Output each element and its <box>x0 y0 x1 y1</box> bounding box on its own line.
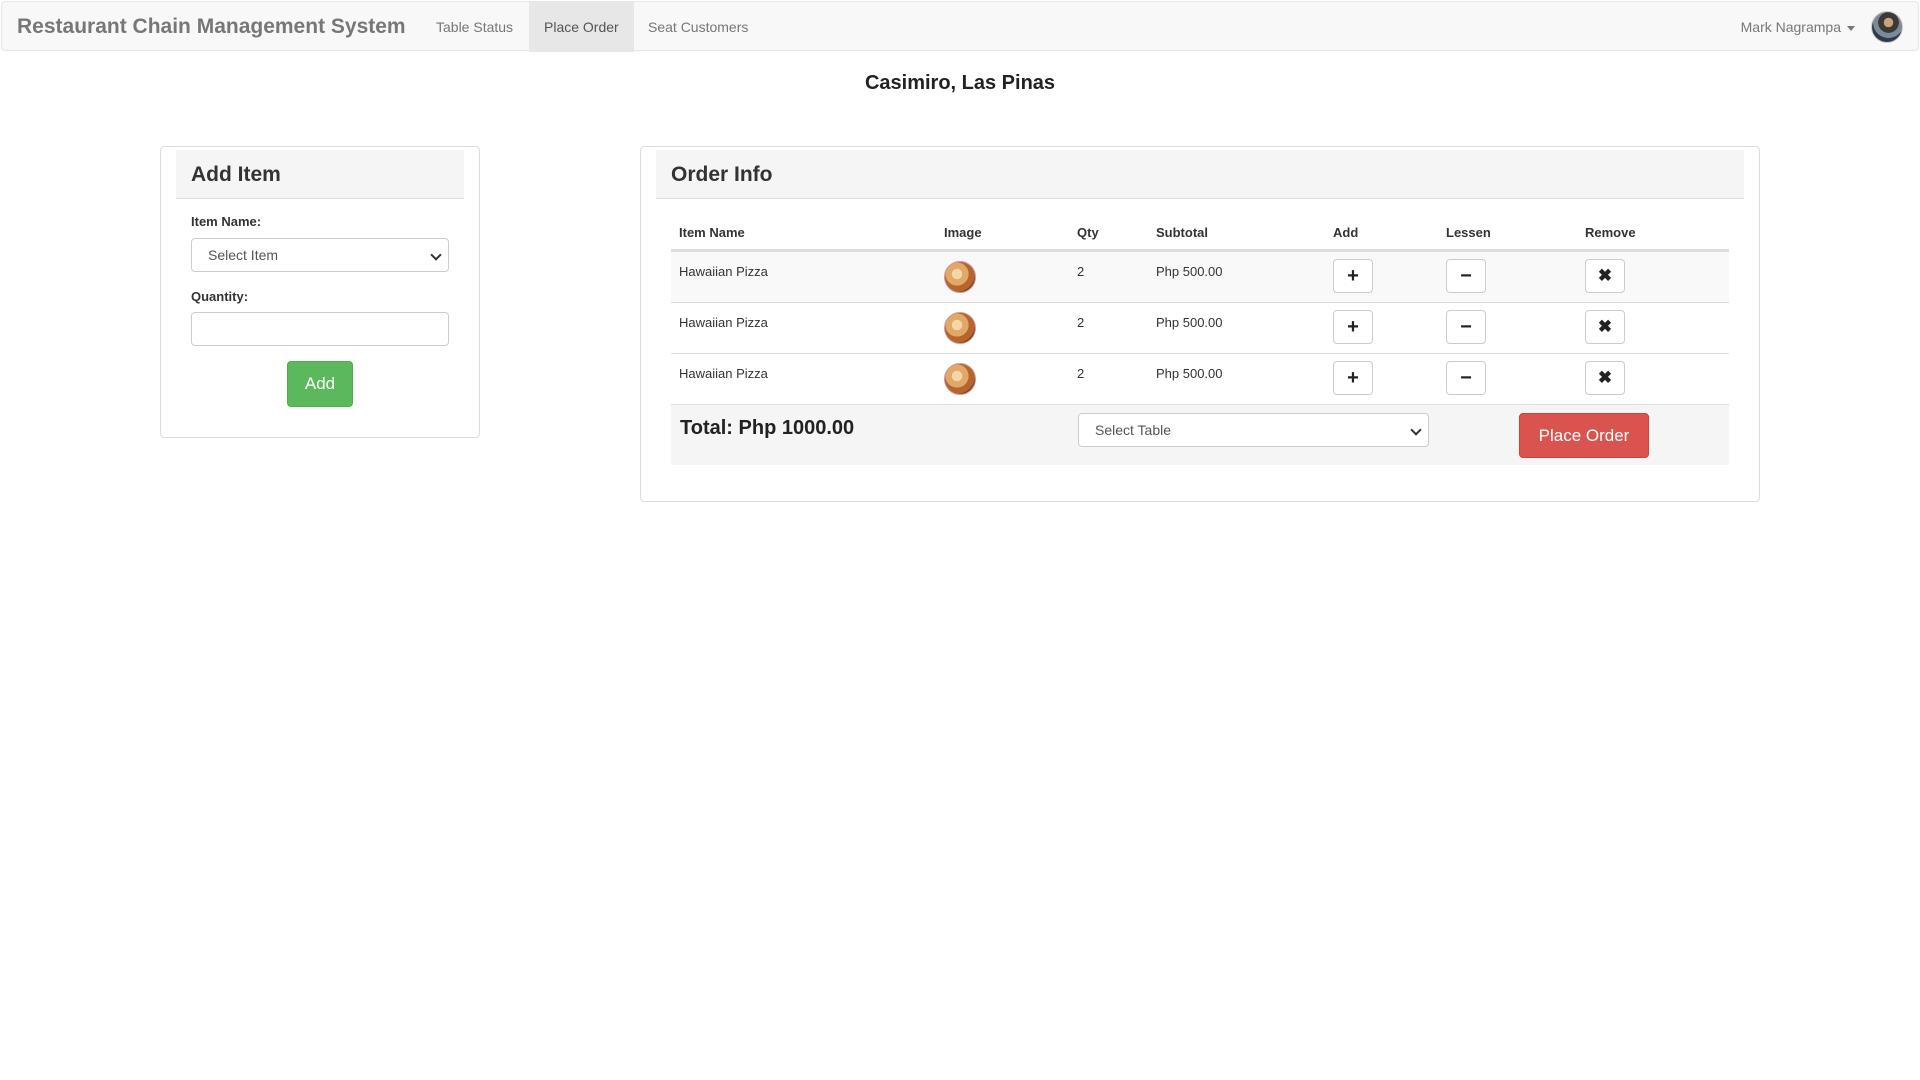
add-qty-button[interactable]: + <box>1333 259 1373 293</box>
remove-item-button[interactable]: ✖ <box>1585 310 1625 344</box>
col-subtotal: Subtotal <box>1156 225 1208 240</box>
item-select-value: Select Item <box>208 247 279 263</box>
col-add: Add <box>1333 225 1359 240</box>
item-select[interactable]: Select Item <box>191 238 449 272</box>
item-name-label: Item Name: <box>191 214 262 229</box>
add-qty-button[interactable]: + <box>1333 361 1373 395</box>
add-item-heading: Add Item <box>176 150 464 199</box>
col-lessen: Lessen <box>1446 225 1491 240</box>
navbar: Restaurant Chain Management System Table… <box>1 1 1919 52</box>
nav-place-order[interactable]: Place Order <box>529 2 634 52</box>
add-qty-button[interactable]: + <box>1333 310 1373 344</box>
quantity-label: Quantity: <box>191 289 249 304</box>
remove-item-button[interactable]: ✖ <box>1585 361 1625 395</box>
plus-icon: + <box>1347 367 1359 389</box>
item-name: Hawaiian Pizza <box>679 315 768 330</box>
col-item-name: Item Name <box>679 225 745 240</box>
item-subtotal: Php 500.00 <box>1156 315 1223 330</box>
nav-table-status[interactable]: Table Status <box>421 2 528 52</box>
place-order-button[interactable]: Place Order <box>1519 413 1649 458</box>
chevron-down-icon <box>1410 424 1422 436</box>
table-select-value: Select Table <box>1095 422 1172 438</box>
lessen-qty-button[interactable]: − <box>1446 361 1486 395</box>
user-menu[interactable]: Mark Nagrampa <box>1741 2 1855 52</box>
pizza-image <box>944 312 976 344</box>
close-icon: ✖ <box>1597 317 1613 336</box>
user-name: Mark Nagrampa <box>1740 19 1841 35</box>
order-footer: Total: Php 1000.00 Select Table Place Or… <box>671 404 1729 465</box>
add-item-button[interactable]: Add <box>287 361 353 407</box>
close-icon: ✖ <box>1597 266 1613 285</box>
quantity-input[interactable] <box>191 312 449 346</box>
table-row: Hawaiian Pizza 2 Php 500.00 + − ✖ <box>671 353 1729 404</box>
item-subtotal: Php 500.00 <box>1156 264 1223 279</box>
col-remove: Remove <box>1585 225 1636 240</box>
item-name: Hawaiian Pizza <box>679 264 768 279</box>
table-row: Hawaiian Pizza 2 Php 500.00 + − ✖ <box>671 251 1729 302</box>
branch-title: Casimiro, Las Pinas <box>864 72 1056 94</box>
table-select[interactable]: Select Table <box>1078 413 1429 447</box>
lessen-qty-button[interactable]: − <box>1446 259 1486 293</box>
order-total: Total: Php 1000.00 <box>680 417 855 439</box>
table-row: Hawaiian Pizza 2 Php 500.00 + − ✖ <box>671 302 1729 353</box>
order-info-panel: Order Info Item Name Image Qty Subtotal … <box>640 146 1760 502</box>
pizza-image <box>944 261 976 293</box>
item-subtotal: Php 500.00 <box>1156 366 1223 381</box>
col-qty: Qty <box>1077 225 1099 240</box>
col-image: Image <box>944 225 982 240</box>
item-qty: 2 <box>1077 366 1085 381</box>
brand-title[interactable]: Restaurant Chain Management System <box>17 2 406 52</box>
pizza-image <box>944 363 976 395</box>
nav-seat-customers[interactable]: Seat Customers <box>633 2 763 52</box>
item-image <box>944 261 976 293</box>
chevron-down-icon <box>430 249 442 261</box>
close-icon: ✖ <box>1597 368 1613 387</box>
minus-icon: − <box>1460 367 1472 389</box>
plus-icon: + <box>1347 265 1359 287</box>
item-image <box>944 312 976 344</box>
caret-down-icon <box>1847 25 1855 31</box>
remove-item-button[interactable]: ✖ <box>1585 259 1625 293</box>
order-info-heading: Order Info <box>656 150 1744 199</box>
item-image <box>944 363 976 395</box>
minus-icon: − <box>1460 316 1472 338</box>
minus-icon: − <box>1460 265 1472 287</box>
plus-icon: + <box>1347 316 1359 338</box>
add-item-panel: Add Item Item Name: Select Item Quantity… <box>160 146 480 438</box>
lessen-qty-button[interactable]: − <box>1446 310 1486 344</box>
avatar[interactable] <box>1871 11 1903 43</box>
item-name: Hawaiian Pizza <box>679 366 768 381</box>
item-qty: 2 <box>1077 315 1085 330</box>
item-qty: 2 <box>1077 264 1085 279</box>
